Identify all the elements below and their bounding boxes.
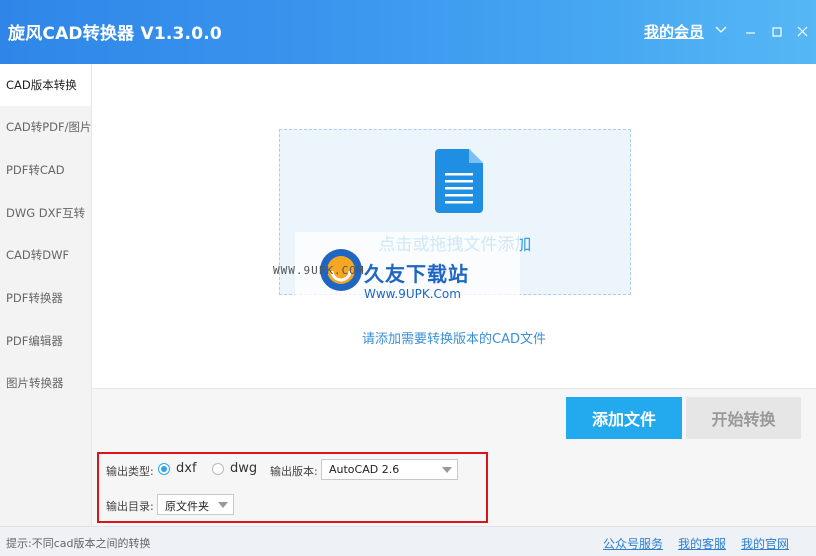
sidebar-item-cad-version-convert[interactable]: CAD版本转换 [0, 64, 91, 106]
sidebar-item-pdf-to-cad[interactable]: PDF转CAD [0, 149, 91, 191]
my-membership-link[interactable]: 我的会员 [644, 21, 704, 42]
app-title: 旋风CAD转换器 V1.3.0.0 [8, 24, 222, 44]
dropdown-caret-icon [442, 467, 452, 473]
customer-service-link[interactable]: 我的客服 [678, 535, 726, 552]
add-file-button[interactable]: 添加文件 [566, 397, 682, 439]
chevron-down-icon[interactable] [713, 23, 729, 37]
radio-dwg[interactable] [212, 463, 224, 475]
sidebar-item-dwg-dxf-convert[interactable]: DWG DXF互转 [0, 192, 91, 234]
dropdown-caret-icon [218, 502, 228, 508]
output-dir-select[interactable]: 原文件夹 [157, 494, 234, 515]
official-site-link[interactable]: 我的官网 [741, 535, 789, 552]
output-version-value: AutoCAD 2.6 [329, 463, 400, 476]
sidebar-item-pdf-converter[interactable]: PDF转换器 [0, 277, 91, 319]
radio-dxf-label[interactable]: dxf [176, 461, 197, 476]
watermark-url: WWW.9UPK.COM [273, 264, 365, 277]
add-file-hint: 请添加需要转换版本的CAD文件 [362, 332, 546, 347]
radio-dwg-label[interactable]: dwg [230, 461, 257, 476]
output-dir-value: 原文件夹 [165, 500, 209, 513]
watermark-title: 久友下载站 [364, 262, 469, 286]
sidebar-nav: CAD版本转换 CAD转PDF/图片 PDF转CAD DWG DXF互转 CAD… [0, 64, 92, 526]
output-dir-label: 输出目录: [106, 500, 154, 513]
sidebar-item-image-converter[interactable]: 图片转换器 [0, 362, 91, 404]
title-bar: 旋风CAD转换器 V1.3.0.0 我的会员 [0, 0, 816, 64]
status-bar: 提示:不同cad版本之间的转换 公众号服务 我的客服 我的官网 [0, 526, 816, 556]
status-hint: 提示:不同cad版本之间的转换 [6, 537, 151, 550]
radio-dxf[interactable] [158, 463, 170, 475]
start-convert-button[interactable]: 开始转换 [686, 397, 801, 439]
minimize-icon[interactable] [743, 24, 759, 40]
sidebar-item-cad-to-dwf[interactable]: CAD转DWF [0, 234, 91, 276]
sidebar-item-cad-to-pdf-image[interactable]: CAD转PDF/图片 [0, 106, 92, 148]
maximize-icon[interactable] [769, 24, 785, 40]
output-version-label: 输出版本: [270, 465, 318, 478]
wechat-service-link[interactable]: 公众号服务 [603, 535, 663, 552]
output-version-select[interactable]: AutoCAD 2.6 [321, 459, 458, 480]
watermark-subtitle: Www.9UPK.Com [364, 287, 461, 301]
output-type-label: 输出类型: [106, 465, 154, 478]
document-icon [435, 149, 483, 213]
close-icon[interactable] [795, 24, 811, 40]
